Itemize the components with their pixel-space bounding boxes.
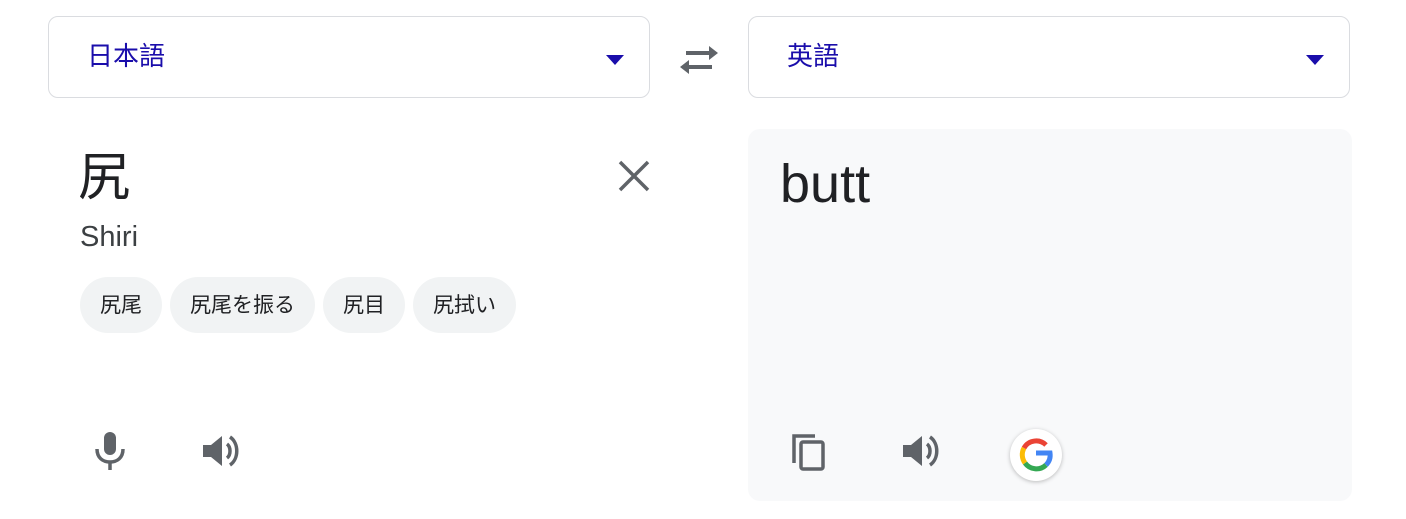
suggestion-chips: 尻尾 尻尾を振る 尻目 尻拭い [80, 277, 516, 333]
translation-output-panel: butt [748, 129, 1352, 501]
listen-source-button[interactable] [194, 423, 250, 479]
speaker-icon [903, 435, 939, 467]
copy-icon [792, 434, 825, 471]
target-language-label: 英語 [787, 42, 840, 72]
copy-translation-button[interactable] [781, 425, 837, 481]
target-language-select[interactable]: 英語 [748, 16, 1350, 98]
suggestion-chip[interactable]: 尻拭い [413, 277, 516, 333]
source-language-label: 日本語 [87, 42, 166, 72]
listen-translation-button[interactable] [894, 423, 950, 479]
google-search-button[interactable] [1010, 429, 1062, 481]
clear-input-button[interactable] [612, 154, 656, 198]
chevron-down-icon [1306, 55, 1324, 65]
swap-languages-button[interactable] [672, 34, 726, 84]
microphone-icon [95, 432, 125, 470]
speaker-icon [203, 435, 239, 467]
suggestion-chip[interactable]: 尻目 [323, 277, 405, 333]
source-input-text[interactable]: 尻 [78, 146, 130, 210]
suggestion-chip[interactable]: 尻尾 [80, 277, 162, 333]
swap-arrows-icon [680, 46, 718, 74]
source-romanization: Shiri [80, 221, 139, 253]
translation-text: butt [780, 154, 871, 214]
voice-input-button[interactable] [82, 423, 138, 479]
google-g-icon [1019, 438, 1053, 472]
source-language-select[interactable]: 日本語 [48, 16, 650, 98]
suggestion-chip[interactable]: 尻尾を振る [170, 277, 315, 333]
chevron-down-icon [606, 55, 624, 65]
close-icon [618, 160, 650, 192]
translate-widget: 日本語 英語 尻 Shiri 尻尾 尻尾を振る 尻目 尻拭い butt [0, 0, 1406, 519]
